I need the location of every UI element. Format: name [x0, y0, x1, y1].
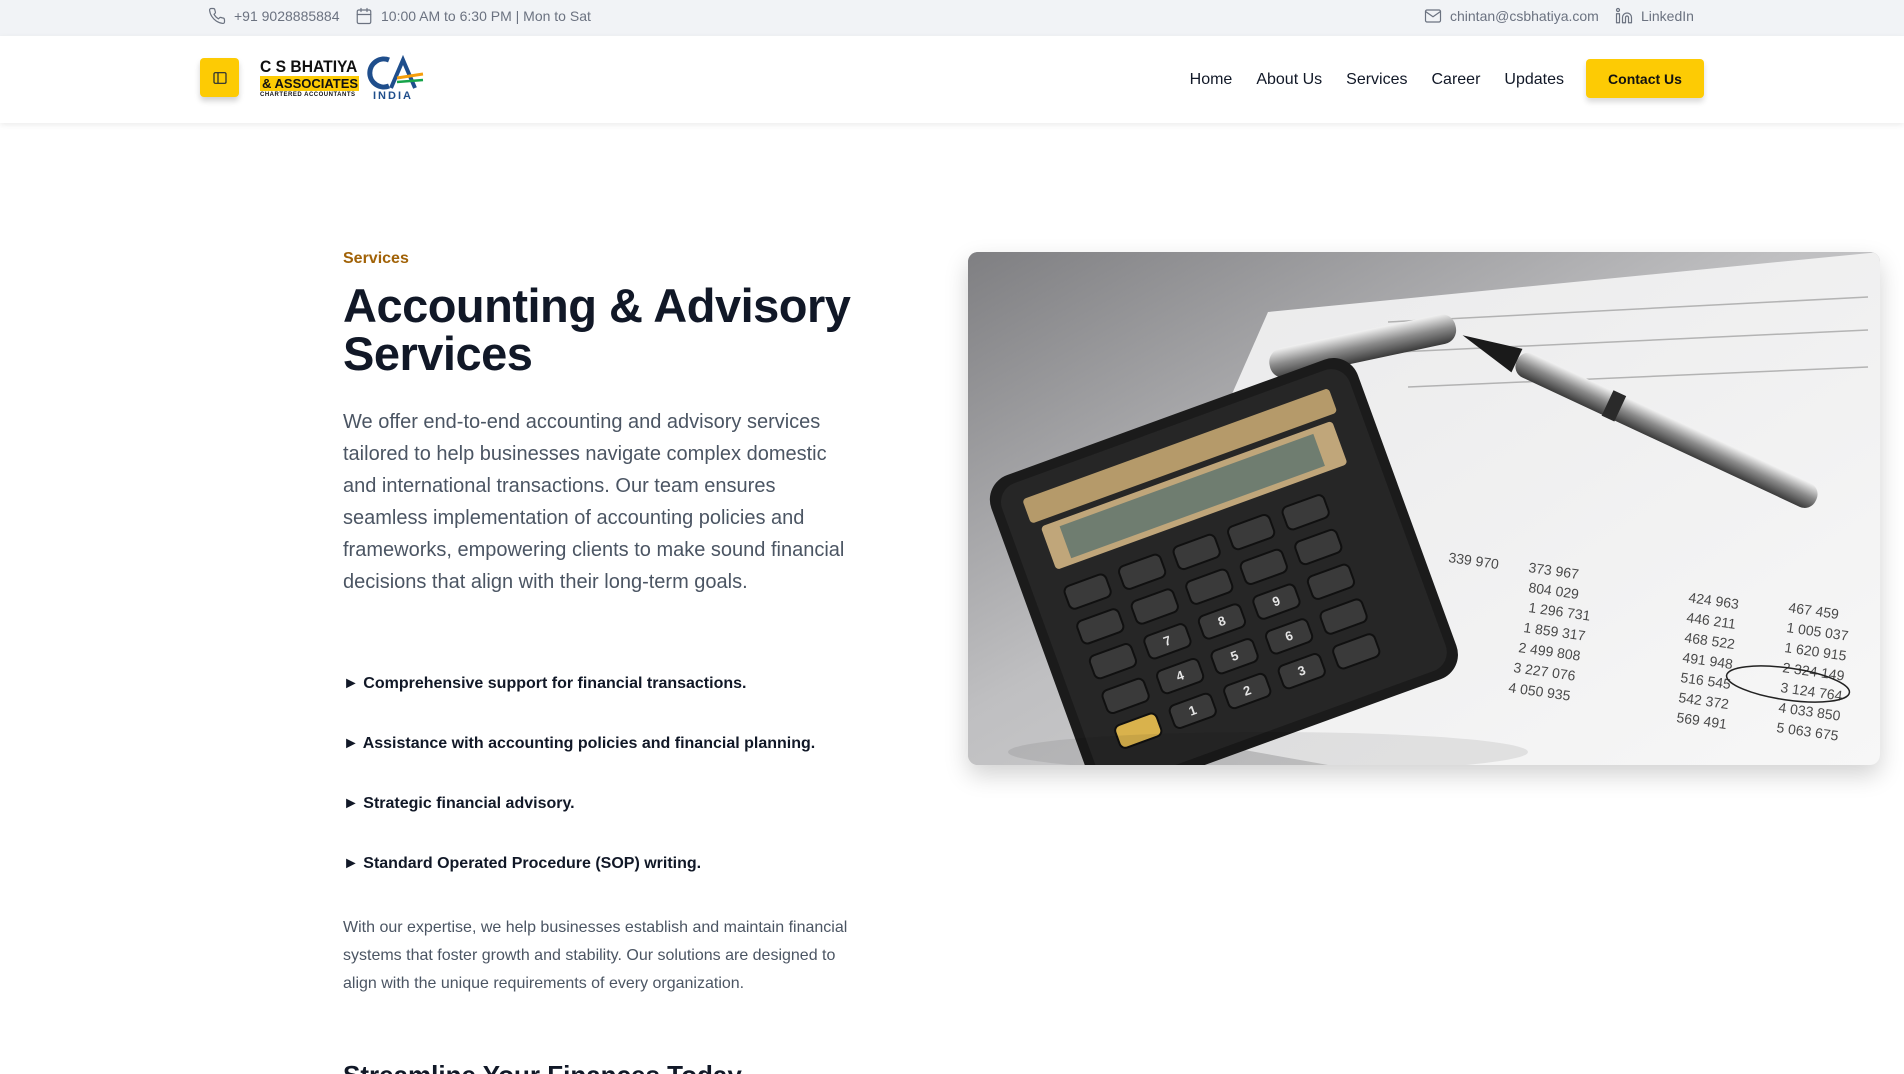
- main-nav: Home About Us Services Career Updates: [1190, 36, 1564, 123]
- ca-india-logo: INDIA: [367, 54, 427, 102]
- list-item: ► Assistance with accounting policies an…: [343, 735, 816, 752]
- page-title: Accounting & Advisory Services: [343, 279, 851, 380]
- ca-india-label: INDIA: [373, 90, 413, 102]
- logo-line-3: CHARTERED ACCOUNTANTS: [260, 91, 356, 98]
- ca-emblem-icon: [367, 54, 424, 90]
- email-contact[interactable]: chintan@csbhatiya.com: [1424, 0, 1599, 32]
- calculator-illustration: 339 970 373 967 804 029 1 296 731 1 859 …: [968, 252, 1880, 765]
- list-item: ► Comprehensive support for financial tr…: [343, 675, 747, 692]
- phone-icon: [208, 7, 226, 25]
- mail-icon: [1424, 9, 1442, 23]
- list-item: ► Standard Operated Procedure (SOP) writ…: [343, 855, 702, 872]
- logo-wordmark: C S BHATIYA & ASSOCIATES CHARTERED ACCOU…: [260, 56, 359, 99]
- nav-about-us[interactable]: About Us: [1256, 71, 1322, 89]
- company-logo[interactable]: C S BHATIYA & ASSOCIATES CHARTERED ACCOU…: [260, 52, 427, 104]
- logo-line-2: & ASSOCIATES: [260, 75, 359, 91]
- nav-services[interactable]: Services: [1346, 71, 1407, 89]
- linkedin-link[interactable]: LinkedIn: [1615, 0, 1694, 32]
- calendar-icon: [356, 7, 372, 25]
- business-hours: 10:00 AM to 6:30 PM | Mon to Sat: [355, 0, 591, 32]
- site-header: C S BHATIYA & ASSOCIATES CHARTERED ACCOU…: [0, 36, 1904, 123]
- section-eyebrow: Services: [343, 250, 409, 267]
- hours-text: 10:00 AM to 6:30 PM | Mon to Sat: [381, 8, 591, 24]
- sidebar-icon: [212, 71, 227, 84]
- contact-us-button[interactable]: Contact Us: [1586, 59, 1704, 98]
- sidebar-toggle-button[interactable]: [200, 58, 239, 97]
- phone-contact[interactable]: +91 9028885884: [208, 0, 340, 32]
- list-item: ► Strategic financial advisory.: [343, 795, 575, 812]
- nav-career[interactable]: Career: [1432, 71, 1481, 89]
- outro-paragraph: With our expertise, we help businesses e…: [343, 919, 848, 992]
- phone-number: +91 9028885884: [234, 8, 340, 24]
- nav-home[interactable]: Home: [1190, 71, 1233, 89]
- service-bullet-list: ► Comprehensive support for financial tr…: [343, 674, 863, 874]
- cta-heading: Streamline Your Finances Today: [343, 1060, 742, 1074]
- service-content: Services Accounting & Advisory Services …: [343, 250, 863, 998]
- logo-line-1: C S BHATIYA: [260, 56, 358, 76]
- calculator-photo: 339 970 373 967 804 029 1 296 731 1 859 …: [968, 252, 1880, 765]
- nav-updates[interactable]: Updates: [1504, 71, 1564, 89]
- email-address: chintan@csbhatiya.com: [1450, 8, 1599, 24]
- linkedin-label: LinkedIn: [1641, 8, 1694, 24]
- top-info-bar: +91 9028885884 10:00 AM to 6:30 PM | Mon…: [0, 0, 1904, 36]
- intro-paragraph: We offer end-to-end accounting and advis…: [343, 411, 845, 593]
- linkedin-icon: [1615, 7, 1633, 24]
